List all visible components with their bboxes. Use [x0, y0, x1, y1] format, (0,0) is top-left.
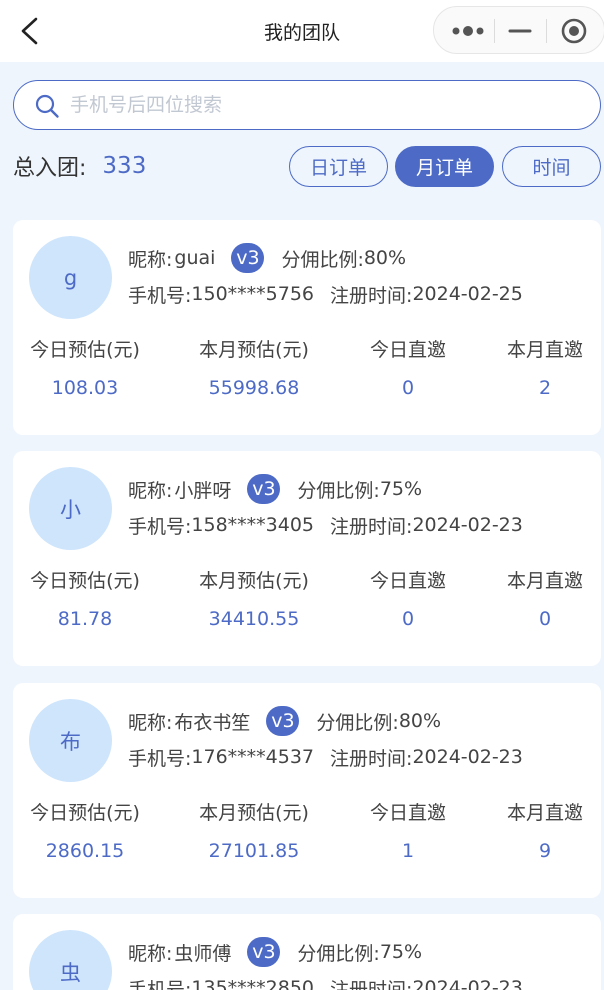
register-date: 2024-02-23 [412, 746, 523, 768]
level-badge: v3 [247, 474, 281, 504]
register-date: 2024-02-23 [412, 514, 523, 536]
stat-value: 0 [401, 608, 415, 630]
member-card[interactable]: 布 昵称: 布衣书笙 v3 分佣比例: 80% 手机号: 176****4537… [13, 683, 601, 898]
more-options-icon[interactable] [450, 19, 486, 43]
avatar: g [29, 236, 112, 319]
stat-label: 今日预估(元) [30, 570, 140, 592]
team-total-value: 333 [102, 153, 147, 179]
tab-monthly-orders[interactable]: 月订单 [395, 146, 494, 187]
register-date: 2024-02-23 [412, 977, 523, 990]
phone-number: 176****4537 [191, 746, 315, 768]
capsule-divider [546, 19, 547, 43]
commission-ratio: 75% [379, 941, 423, 963]
stat-label: 本月预估(元) [199, 570, 309, 592]
stat-value: 34410.55 [208, 608, 300, 630]
member-info-line: 昵称: 小胖呀 v3 分佣比例: 75% [128, 473, 422, 505]
member-card[interactable]: 小 昵称: 小胖呀 v3 分佣比例: 75% 手机号: 158****3405 … [13, 451, 601, 666]
member-contact-line: 手机号: 150****5756 注册时间: 2024-02-25 [128, 279, 523, 309]
stat-label: 今日预估(元) [30, 339, 140, 361]
capsule-divider [494, 19, 495, 43]
stat-value: 2860.15 [45, 840, 125, 862]
commission-ratio-label: 分佣比例: [297, 942, 380, 965]
phone-label: 手机号: [128, 284, 192, 307]
stat-label: 本月直邀 [506, 802, 583, 824]
member-card[interactable]: g 昵称: guai v3 分佣比例: 80% 手机号: 150****5756… [13, 220, 601, 435]
phone-label: 手机号: [128, 978, 192, 990]
member-contact-line: 手机号: 176****4537 注册时间: 2024-02-23 [128, 742, 523, 772]
stat-value: 108.03 [51, 377, 119, 399]
navigation-bar: 我的团队 [0, 0, 604, 62]
avatar: 虫 [29, 930, 112, 990]
register-time-label: 注册时间: [330, 747, 413, 770]
nickname-label: 昵称: [128, 711, 173, 734]
avatar: 小 [29, 467, 112, 550]
stat-label: 本月直邀 [506, 570, 583, 592]
commission-ratio: 75% [379, 478, 423, 500]
level-badge: v3 [266, 706, 300, 736]
member-contact-line: 手机号: 135****2850 注册时间: 2024-02-23 [128, 973, 523, 990]
phone-label: 手机号: [128, 515, 192, 538]
stat-value: 55998.68 [208, 377, 300, 399]
register-time-label: 注册时间: [330, 515, 413, 538]
register-time-label: 注册时间: [330, 284, 413, 307]
commission-ratio-label: 分佣比例: [281, 248, 364, 271]
avatar: 布 [29, 699, 112, 782]
mini-program-capsule [433, 6, 604, 54]
nickname-label: 昵称: [128, 942, 173, 965]
nickname: 小胖呀 [174, 479, 232, 502]
stat-label: 今日直邀 [369, 570, 446, 592]
stat-label: 本月预估(元) [199, 802, 309, 824]
stat-value: 2 [538, 377, 552, 399]
member-info-line: 昵称: 布衣书笙 v3 分佣比例: 80% [128, 705, 441, 737]
close-circle-icon[interactable] [560, 17, 588, 45]
member-info-line: 昵称: guai v3 分佣比例: 80% [128, 242, 406, 274]
member-info-line: 昵称: 虫师傅 v3 分佣比例: 75% [128, 936, 422, 968]
tab-time[interactable]: 时间 [502, 146, 601, 187]
stat-label: 本月直邀 [506, 339, 583, 361]
team-total: 总入团: 333 [13, 150, 146, 182]
stat-label: 今日直邀 [369, 339, 446, 361]
search-bar[interactable] [13, 80, 601, 130]
commission-ratio-label: 分佣比例: [316, 711, 399, 734]
phone-label: 手机号: [128, 747, 192, 770]
commission-ratio: 80% [398, 710, 442, 732]
level-badge: v3 [247, 937, 281, 967]
tab-daily-orders[interactable]: 日订单 [289, 146, 388, 187]
nickname: 布衣书笙 [174, 711, 251, 734]
search-icon [35, 94, 59, 118]
minimize-icon[interactable] [508, 19, 532, 43]
stat-value: 0 [538, 608, 552, 630]
phone-number: 150****5756 [191, 283, 315, 305]
stat-value: 0 [401, 377, 415, 399]
register-date: 2024-02-25 [412, 283, 523, 305]
stat-value: 9 [538, 840, 552, 862]
phone-number: 135****2850 [191, 977, 315, 990]
commission-ratio: 80% [363, 247, 407, 269]
commission-ratio-label: 分佣比例: [297, 479, 380, 502]
register-time-label: 注册时间: [330, 978, 413, 990]
nickname-label: 昵称: [128, 248, 173, 271]
member-contact-line: 手机号: 158****3405 注册时间: 2024-02-23 [128, 510, 523, 540]
nickname-label: 昵称: [128, 479, 173, 502]
stat-label: 本月预估(元) [199, 339, 309, 361]
member-card[interactable]: 虫 昵称: 虫师傅 v3 分佣比例: 75% 手机号: 135****2850 … [13, 914, 601, 990]
nickname: guai [174, 247, 216, 269]
team-total-label: 总入团: [13, 156, 87, 181]
search-input[interactable] [70, 89, 570, 121]
stat-value: 27101.85 [208, 840, 300, 862]
stat-value: 81.78 [57, 608, 113, 630]
stat-label: 今日预估(元) [30, 802, 140, 824]
phone-number: 158****3405 [191, 514, 315, 536]
stat-label: 今日直邀 [369, 802, 446, 824]
nickname: 虫师傅 [174, 942, 232, 965]
stat-value: 1 [401, 840, 415, 862]
level-badge: v3 [231, 243, 265, 273]
